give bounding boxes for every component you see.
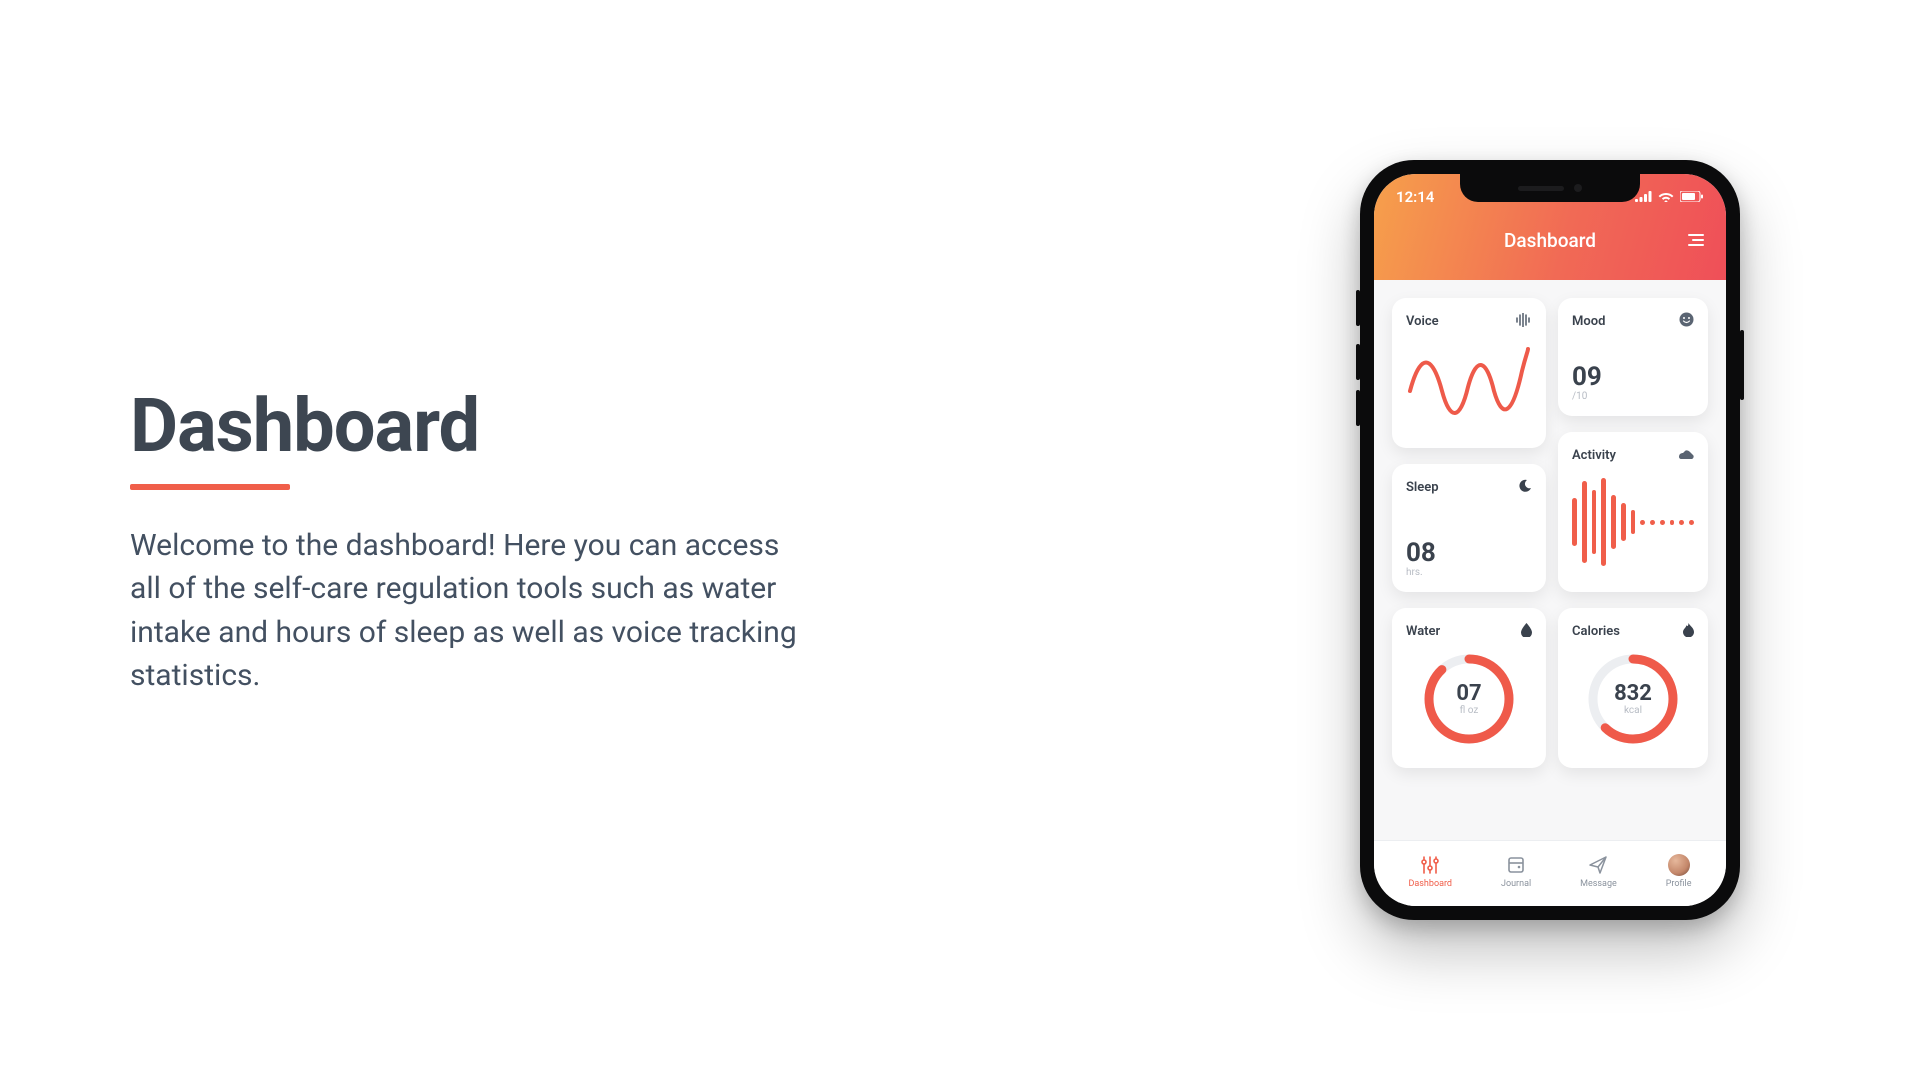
phone-screen: 12:14 Dashboard xyxy=(1374,174,1726,906)
waveform-icon xyxy=(1516,312,1532,331)
water-unit: fl oz xyxy=(1456,705,1481,716)
tab-message-label: Message xyxy=(1580,879,1617,889)
status-time: 12:14 xyxy=(1396,188,1434,206)
drop-icon xyxy=(1521,622,1532,641)
battery-icon xyxy=(1680,188,1704,206)
voice-waveline xyxy=(1406,343,1532,433)
journal-icon xyxy=(1506,854,1526,876)
header-title: Dashboard xyxy=(1504,229,1596,252)
water-value: 07 xyxy=(1456,683,1481,705)
tab-journal[interactable]: Journal xyxy=(1501,854,1531,889)
mood-unit: /10 xyxy=(1572,391,1602,402)
tab-journal-label: Journal xyxy=(1501,879,1531,889)
tab-dashboard-label: Dashboard xyxy=(1408,879,1452,889)
card-mood-title: Mood xyxy=(1572,314,1605,329)
text-section: Dashboard Welcome to the dashboard! Here… xyxy=(130,383,810,698)
card-activity[interactable]: Activity xyxy=(1558,432,1708,592)
tab-message[interactable]: Message xyxy=(1580,854,1617,889)
moon-icon xyxy=(1518,478,1532,497)
tab-profile[interactable]: Profile xyxy=(1666,854,1692,889)
tab-bar: Dashboard Journal Message Profile xyxy=(1374,840,1726,906)
avatar xyxy=(1668,854,1690,876)
sleep-unit: hrs. xyxy=(1406,567,1436,578)
card-voice-title: Voice xyxy=(1406,314,1439,329)
card-water[interactable]: Water 07 fl oz xyxy=(1392,608,1546,768)
phone-notch xyxy=(1460,174,1640,202)
tab-profile-label: Profile xyxy=(1666,879,1692,889)
phone-mockup: 12:14 Dashboard xyxy=(1360,160,1740,920)
smile-icon xyxy=(1679,312,1694,331)
card-voice[interactable]: Voice xyxy=(1392,298,1546,448)
card-water-title: Water xyxy=(1406,624,1440,639)
card-mood[interactable]: Mood 09 /10 xyxy=(1558,298,1708,416)
paper-plane-icon xyxy=(1588,854,1608,876)
card-calories[interactable]: Calories 832 kcal xyxy=(1558,608,1708,768)
flame-icon xyxy=(1683,622,1694,641)
calories-unit: kcal xyxy=(1614,705,1652,716)
card-calories-title: Calories xyxy=(1572,624,1620,639)
sleep-value: 08 xyxy=(1406,540,1436,566)
calories-value: 832 xyxy=(1614,683,1652,705)
tab-dashboard[interactable]: Dashboard xyxy=(1408,854,1452,889)
page-title: Dashboard xyxy=(130,383,810,470)
card-sleep[interactable]: Sleep 08 hrs. xyxy=(1392,464,1546,592)
page-description: Welcome to the dashboard! Here you can a… xyxy=(130,524,810,698)
card-sleep-title: Sleep xyxy=(1406,480,1439,495)
card-activity-title: Activity xyxy=(1572,448,1616,463)
mood-value: 09 xyxy=(1572,364,1602,390)
sliders-icon xyxy=(1420,854,1440,876)
activity-bars xyxy=(1572,477,1694,567)
wifi-icon xyxy=(1658,188,1674,206)
heading-underline xyxy=(130,484,290,490)
shoe-icon xyxy=(1678,446,1694,465)
menu-icon[interactable] xyxy=(1688,234,1704,246)
